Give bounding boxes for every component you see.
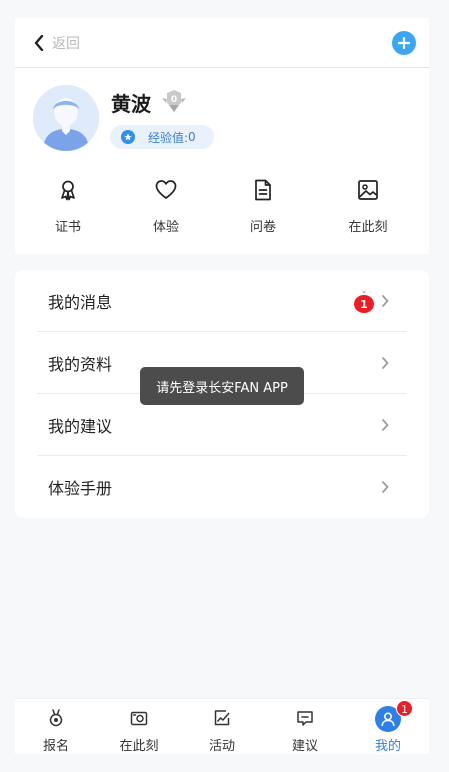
tab-activity[interactable]: 活动 <box>181 699 263 755</box>
menu-item-label: 我的资料 <box>48 354 113 374</box>
top-navbar: 返回 <box>15 18 429 68</box>
shortcut-certificate[interactable]: 证书 <box>33 176 103 246</box>
tab-signup[interactable]: 报名 <box>15 699 97 755</box>
tab-moment[interactable]: 在此刻 <box>98 699 180 755</box>
shortcut-moment[interactable]: 在此刻 <box>333 176 403 246</box>
plus-icon <box>398 37 410 49</box>
tab-label: 报名 <box>42 739 69 754</box>
activity-icon <box>214 710 230 726</box>
menu-item-label: 体验手册 <box>48 479 113 498</box>
document-icon <box>255 179 271 201</box>
shortcut-row: 证书 体验 问卷 在此刻 <box>15 176 429 246</box>
chevron-right-icon <box>382 481 389 493</box>
heart-icon <box>155 180 177 199</box>
back-label: 返回 <box>52 36 80 52</box>
tab-label: 活动 <box>208 739 235 754</box>
avatar[interactable] <box>33 85 99 151</box>
shortcut-label: 体验 <box>152 220 179 235</box>
bottom-tabbar: 报名 在此刻 活动 建议 1 我的 <box>15 698 429 754</box>
experience-label: 经验值: <box>148 130 189 145</box>
chevron-right-icon <box>382 357 389 369</box>
toast-message: 请先登录长安FAN APP <box>140 367 304 405</box>
username: 黄波 <box>111 92 151 116</box>
star-icon <box>121 130 135 144</box>
profile-section: 黄波 0 经验值: 0 证书 体验 问卷 在此刻 <box>15 68 429 254</box>
menu-item-label: 我的建议 <box>48 416 113 436</box>
tab-label: 在此刻 <box>119 739 159 754</box>
experience-pill: 经验值: 0 <box>110 125 214 149</box>
shortcut-label: 在此刻 <box>348 220 388 235</box>
level-number: 0 <box>171 95 177 105</box>
message-badge-icon: 1 <box>354 290 374 313</box>
menu-item-label: 我的消息 <box>48 292 113 312</box>
tab-mine[interactable]: 1 我的 <box>347 699 429 755</box>
tab-badge-count: 1 <box>396 700 413 717</box>
camera-icon <box>130 711 148 726</box>
menu-item-handbook[interactable]: 体验手册 <box>37 456 407 518</box>
shortcut-label: 问卷 <box>249 220 276 235</box>
shortcut-questionnaire[interactable]: 问卷 <box>228 176 298 246</box>
add-button[interactable] <box>392 31 416 55</box>
tab-suggestion[interactable]: 建议 <box>264 699 346 755</box>
shortcut-experience[interactable]: 体验 <box>131 176 201 246</box>
tab-label: 我的 <box>374 739 401 754</box>
medal-icon <box>49 709 63 727</box>
menu-item-messages[interactable]: 我的消息 1 <box>37 270 407 332</box>
shortcut-label: 证书 <box>54 220 81 235</box>
back-button[interactable]: 返回 <box>33 31 80 55</box>
experience-value: 0 <box>188 130 196 144</box>
image-icon <box>358 180 378 200</box>
message-badge-count: 1 <box>360 298 368 311</box>
level-badge-icon: 0 <box>162 90 186 112</box>
chevron-right-icon <box>382 419 389 431</box>
avatar-person-icon <box>33 85 99 151</box>
certificate-icon <box>61 180 75 201</box>
tab-label: 建议 <box>291 739 318 754</box>
chevron-right-icon <box>382 295 389 307</box>
message-icon <box>297 711 313 726</box>
chevron-left-icon <box>34 35 44 51</box>
